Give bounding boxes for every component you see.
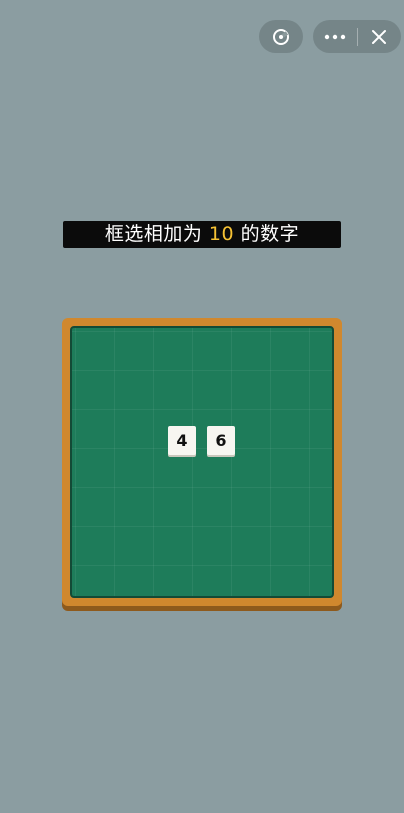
instruction-banner: 框选相加为 10 的数字: [63, 221, 341, 248]
instruction-suffix: 的数字: [234, 223, 300, 245]
more-button[interactable]: [313, 20, 357, 53]
menu-capsule: [313, 20, 401, 53]
close-icon: [371, 29, 387, 45]
board-frame: 4 6: [62, 318, 342, 606]
close-button[interactable]: [357, 20, 401, 53]
game-center-icon: [271, 27, 291, 47]
game-center-button[interactable]: [259, 20, 303, 53]
number-tile[interactable]: 6: [207, 426, 235, 455]
instruction-prefix: 框选相加为: [104, 223, 209, 245]
number-tile[interactable]: 4: [168, 426, 196, 455]
game-board[interactable]: 4 6: [70, 326, 334, 598]
instruction-target-number: 10: [208, 223, 235, 245]
more-icon: [324, 34, 346, 40]
